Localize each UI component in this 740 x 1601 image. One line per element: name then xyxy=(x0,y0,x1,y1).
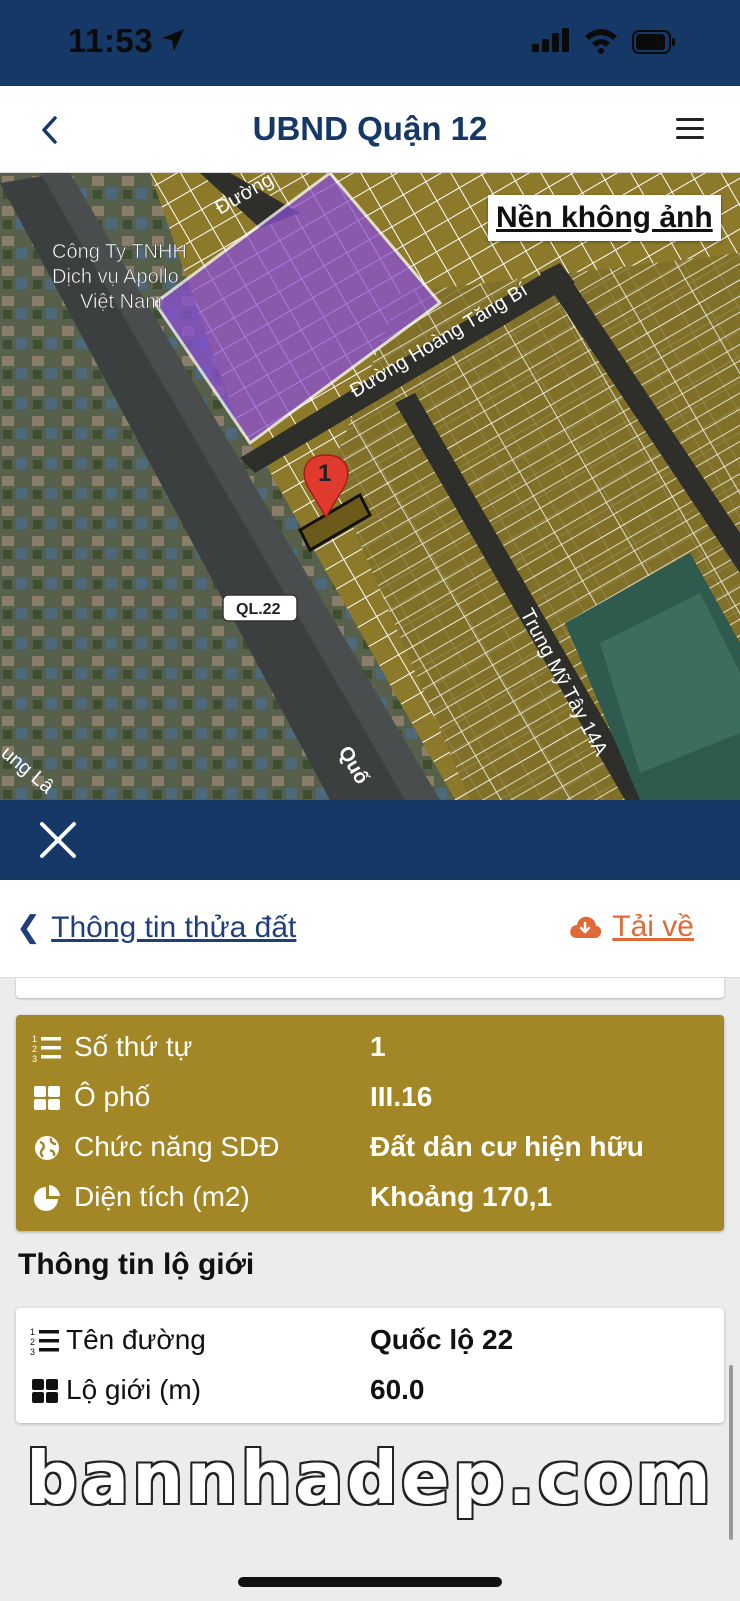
panel-header xyxy=(0,800,740,880)
road-section-title: Thông tin lộ giới xyxy=(18,1248,255,1281)
highway-badge: QL.22 xyxy=(236,601,281,618)
road-value-width: 60.0 xyxy=(370,1374,425,1405)
parcel-row-order: 1 2 3 Số thứ tự 1 xyxy=(16,1025,724,1075)
parcel-details-card: 1 2 3 Số thứ tự 1 Ô phố III.16 Chức năng… xyxy=(16,1015,724,1231)
parcel-label-area: Diện tích (m2) xyxy=(74,1181,250,1212)
grid-icon xyxy=(32,1379,58,1403)
pie-chart-icon xyxy=(34,1185,60,1211)
page-title: UBND Quận 12 xyxy=(252,110,488,147)
road-label-name: Tên đường xyxy=(66,1324,206,1355)
svg-text:2: 2 xyxy=(30,1337,35,1347)
info-toolbar: ❮ Thông tin thửa đất Tải về xyxy=(0,880,740,978)
close-icon[interactable] xyxy=(38,820,78,860)
parcel-row-area: Diện tích (m2) Khoảng 170,1 xyxy=(16,1175,724,1225)
svg-text:1: 1 xyxy=(32,1034,37,1044)
road-row-name: 1 2 3 Tên đường Quốc lộ 22 xyxy=(16,1318,724,1368)
parcel-value-order: 1 xyxy=(370,1031,386,1062)
basemap-toggle-button[interactable]: Nền không ảnh xyxy=(488,195,721,241)
watermark: bannhadep.com xyxy=(26,1436,714,1520)
home-indicator[interactable] xyxy=(238,1577,502,1587)
map-label-company-2: Dịch vụ Apollo xyxy=(52,266,179,288)
grid-icon xyxy=(34,1086,60,1110)
status-time: 11:53 xyxy=(68,22,154,59)
road-label-width: Lộ giới (m) xyxy=(66,1374,202,1405)
svg-text:2: 2 xyxy=(32,1044,37,1054)
map-label-company-1: Công Ty TNHH xyxy=(52,241,187,263)
road-value-name: Quốc lộ 22 xyxy=(370,1324,514,1355)
collapsed-card-edge xyxy=(16,978,724,998)
svg-text:1: 1 xyxy=(30,1327,35,1337)
road-details-card: 1 2 3 Tên đường Quốc lộ 22 Lộ giới (m) 6… xyxy=(16,1308,724,1423)
map-pin-number: 1 xyxy=(318,460,331,487)
map-label-company-3: Việt Nam xyxy=(80,291,162,313)
globe-icon xyxy=(35,1136,59,1160)
svg-text:3: 3 xyxy=(32,1054,37,1063)
status-bar: 11:53 xyxy=(0,0,740,86)
cloud-download-icon xyxy=(570,916,602,938)
download-link[interactable]: Tải về xyxy=(568,910,694,944)
ordered-list-icon: 1 2 3 xyxy=(32,1034,61,1063)
road-row-width: Lộ giới (m) 60.0 xyxy=(16,1368,724,1418)
parcel-info-back-label: Thông tin thửa đất xyxy=(51,911,297,944)
parcel-value-block: III.16 xyxy=(370,1081,433,1112)
cadastral-map[interactable]: 1 Công Ty TNHH Dịch vụ Apollo Việt Nam Đ… xyxy=(0,173,740,800)
wifi-icon xyxy=(585,29,617,54)
download-label: Tải về xyxy=(612,910,694,943)
chevron-left-icon: ❮ xyxy=(16,911,42,944)
parcel-row-landuse: Chức năng SDĐ Đất dân cư hiện hữu xyxy=(16,1125,724,1175)
svg-text:3: 3 xyxy=(30,1347,35,1356)
parcel-row-block: Ô phố III.16 xyxy=(16,1075,724,1125)
parcel-value-area: Khoảng 170,1 xyxy=(370,1181,553,1212)
location-arrow-icon xyxy=(162,29,184,51)
ordered-list-icon: 1 2 3 xyxy=(30,1327,59,1356)
parcel-label-landuse: Chức năng SDĐ xyxy=(74,1131,280,1162)
hamburger-menu-icon[interactable] xyxy=(676,116,706,142)
parcel-label-block: Ô phố xyxy=(74,1081,151,1112)
app-header: UBND Quận 12 xyxy=(0,86,740,173)
battery-icon xyxy=(632,30,675,54)
map-canvas[interactable]: 1 Công Ty TNHH Dịch vụ Apollo Việt Nam Đ… xyxy=(0,173,740,800)
parcel-label-order: Số thứ tự xyxy=(74,1031,193,1062)
parcel-info-back-link[interactable]: ❮ Thông tin thửa đất xyxy=(16,910,296,945)
cellular-signal-icon xyxy=(532,28,569,52)
parcel-value-landuse: Đất dân cư hiện hữu xyxy=(370,1131,644,1162)
